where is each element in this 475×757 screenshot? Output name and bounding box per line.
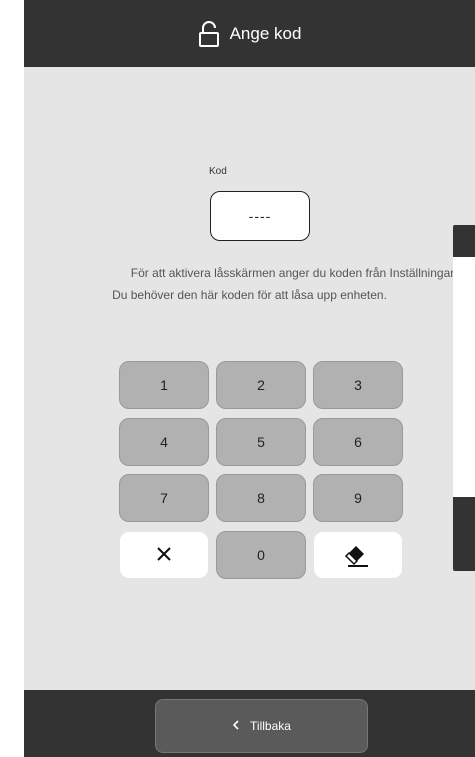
eraser-icon [343,539,373,572]
key-6[interactable]: 6 [313,418,403,466]
key-4[interactable]: 4 [119,418,209,466]
key-1[interactable]: 1 [119,361,209,409]
page-title: Ange kod [229,23,302,43]
key-3[interactable]: 3 [313,361,403,409]
info-text: För att aktivera låsskärmen anger du kod… [24,262,475,306]
unlock-icon [198,20,220,47]
clear-button[interactable] [119,531,209,579]
key-7[interactable]: 7 [119,474,209,522]
key-2[interactable]: 2 [216,361,306,409]
key-9[interactable]: 9 [313,474,403,522]
close-icon [155,545,173,566]
key-0[interactable]: 0 [216,531,306,579]
back-label: Tillbaka [250,719,291,733]
backspace-button[interactable] [313,531,403,579]
screen: Ange kod Kod ---- För att aktivera låssk… [24,0,475,757]
footer-bar: Tillbaka [24,690,475,757]
key-8[interactable]: 8 [216,474,306,522]
header-bar: Ange kod [24,0,475,67]
info-line-2: Du behöver den här koden för att låsa up… [112,288,387,302]
code-field[interactable]: ---- [210,191,310,241]
chevron-left-icon [232,719,240,733]
code-label: Kod [209,166,227,177]
side-panel-content [453,257,475,497]
key-5[interactable]: 5 [216,418,306,466]
side-panel [453,225,475,571]
info-line-1: För att aktivera låsskärmen anger du kod… [130,266,455,280]
back-button[interactable]: Tillbaka [155,699,368,753]
